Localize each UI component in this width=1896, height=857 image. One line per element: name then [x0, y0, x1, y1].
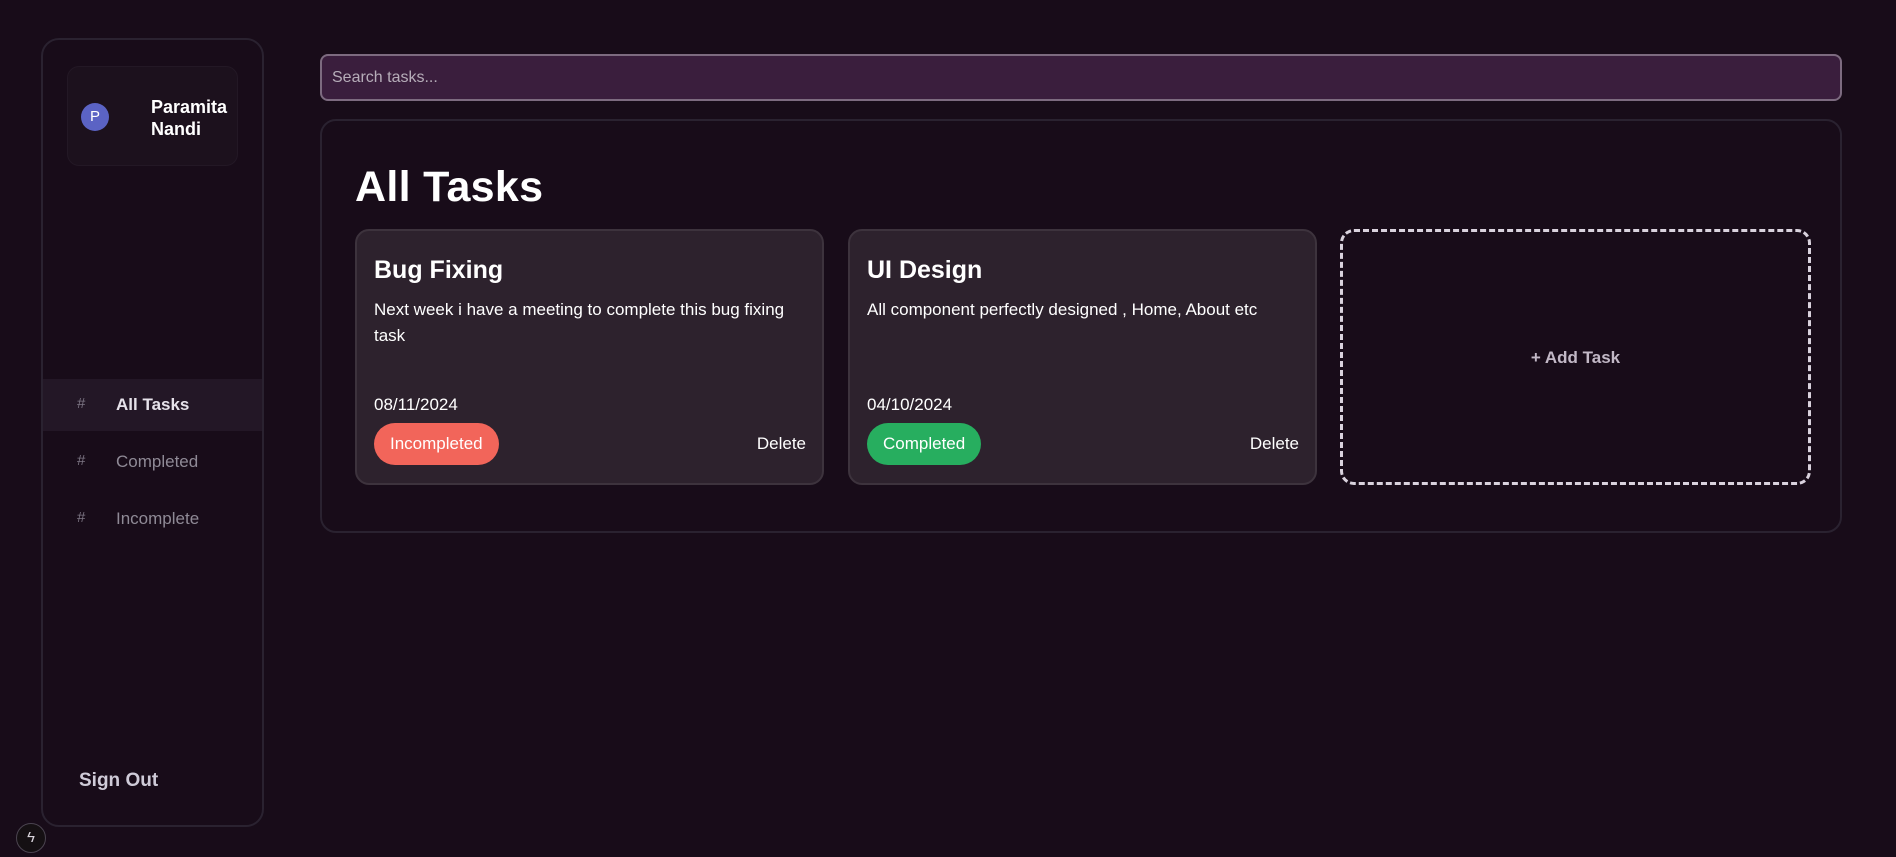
hash-icon: # [77, 452, 86, 469]
hash-icon: # [77, 395, 86, 412]
sign-out-button[interactable]: Sign Out [79, 770, 158, 792]
task-card: UI Design All component perfectly design… [848, 229, 1317, 485]
task-card: Bug Fixing Next week i have a meeting to… [355, 229, 824, 485]
task-description: All component perfectly designed , Home,… [867, 300, 1258, 319]
sidebar-item-incomplete[interactable]: # Incomplete [43, 493, 262, 545]
status-toggle-button[interactable]: Completed [867, 423, 982, 465]
sidebar-item-completed[interactable]: # Completed [43, 436, 262, 488]
avatar[interactable]: P [81, 103, 109, 131]
task-date: 04/10/2024 [867, 395, 953, 414]
sidebar-item-label: Incomplete [116, 509, 200, 528]
sidebar-nav: # All Tasks # Completed # Incomplete [43, 379, 262, 550]
sidebar: P Paramita Nandi # All Tasks # Completed… [41, 38, 264, 827]
task-date: 08/11/2024 [374, 395, 458, 414]
delete-button[interactable]: Delete [757, 434, 806, 454]
lightning-icon[interactable]: ϟ [16, 823, 46, 853]
user-name: Paramita Nandi [151, 97, 228, 139]
sidebar-item-all-tasks[interactable]: # All Tasks [43, 379, 262, 431]
task-panel: All Tasks Bug Fixing Next week i have a … [320, 119, 1842, 533]
task-title: Bug Fixing [374, 256, 504, 284]
add-task-label: + Add Task [1530, 348, 1621, 367]
search-input[interactable] [320, 54, 1842, 101]
user-profile-card[interactable]: P Paramita Nandi [67, 66, 238, 166]
add-task-button[interactable]: + Add Task [1340, 229, 1811, 485]
task-description: Next week i have a meeting to complete t… [374, 300, 785, 345]
page-title: All Tasks [355, 163, 544, 211]
status-toggle-button[interactable]: Incompleted [374, 423, 499, 465]
delete-button[interactable]: Delete [1250, 434, 1299, 454]
task-title: UI Design [867, 256, 983, 284]
sidebar-item-label: Completed [116, 452, 199, 471]
sidebar-item-label: All Tasks [116, 395, 190, 414]
hash-icon: # [77, 509, 86, 526]
